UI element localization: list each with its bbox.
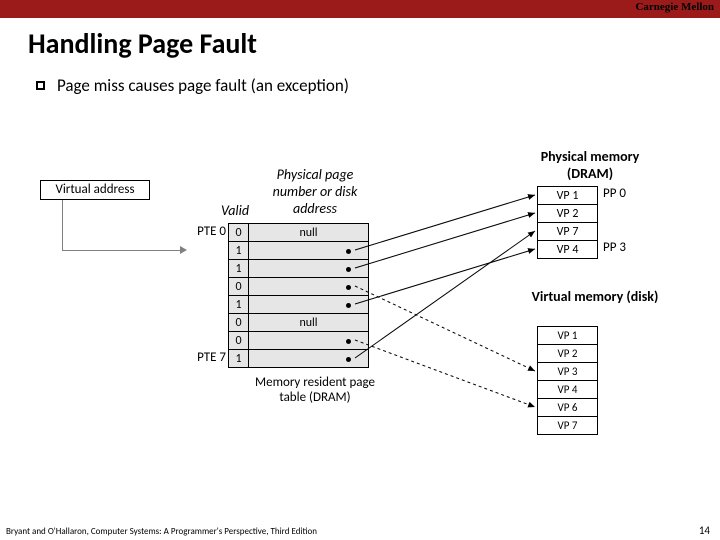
pte-valid: 0: [229, 314, 249, 332]
pte-addr: [249, 350, 369, 368]
pte-addr: null: [249, 314, 369, 332]
pte-addr: [249, 242, 369, 260]
addr-col-label: Physical page number or disk address: [255, 166, 375, 217]
pte-valid: 0: [229, 278, 249, 296]
pte-valid: 1: [229, 242, 249, 260]
pointer-line: [62, 200, 63, 250]
bullet-marker: [36, 81, 45, 90]
virt-mem-label: Virtual memory (disk): [530, 288, 660, 305]
vm-cell: VP 6: [538, 399, 598, 417]
dot-icon: [346, 339, 351, 344]
dot-icon: [346, 357, 351, 362]
pm-cell: VP 2: [538, 205, 598, 223]
bullet-item: Page miss causes page fault (an exceptio…: [36, 75, 720, 96]
vm-cell: VP 2: [538, 345, 598, 363]
pm-cell: VP 4: [538, 241, 598, 259]
org-label: Carnegie Mellon: [635, 1, 714, 13]
footer-citation: Bryant and O'Hallaron, Computer Systems:…: [6, 526, 317, 537]
page-number: 14: [699, 524, 710, 537]
arrow-icon: [180, 246, 187, 254]
valid-col-label: Valid: [215, 202, 255, 219]
pte-valid: 0: [229, 332, 249, 350]
phys-mem-table: VP 1VP 2VP 7VP 4: [537, 186, 598, 259]
pte-valid: 1: [229, 296, 249, 314]
bullet-text: Page miss causes page fault (an exceptio…: [57, 75, 349, 96]
page-table: 0null11010null01: [228, 223, 369, 368]
virt-mem-table: VP 1VP 2VP 3VP 4VP 6VP 7: [537, 326, 598, 435]
pte-addr: [249, 260, 369, 278]
vm-cell: VP 7: [538, 417, 598, 435]
pointer-line: [62, 250, 182, 251]
pte-valid: 1: [229, 350, 249, 368]
dot-icon: [346, 303, 351, 308]
pte-valid: 0: [229, 224, 249, 242]
vm-cell: VP 4: [538, 381, 598, 399]
pte0-label: PTE 0: [186, 224, 226, 239]
dot-icon: [346, 267, 351, 272]
mem-resident-label: Memory resident page table (DRAM): [250, 375, 380, 405]
pte-addr: null: [249, 224, 369, 242]
pp0-label: PP 0: [603, 186, 626, 201]
slide-title: Handling Page Fault: [28, 26, 720, 61]
pm-cell: VP 1: [538, 187, 598, 205]
dot-icon: [346, 249, 351, 254]
vm-cell: VP 3: [538, 363, 598, 381]
virtual-address-box: Virtual address: [40, 180, 150, 200]
pte7-label: PTE 7: [186, 350, 226, 365]
phys-mem-label: Physical memory (DRAM): [520, 148, 660, 182]
pte-valid: 1: [229, 260, 249, 278]
pm-cell: VP 7: [538, 223, 598, 241]
pte-addr: [249, 332, 369, 350]
vm-cell: VP 1: [538, 327, 598, 345]
pte-addr: [249, 278, 369, 296]
pp3-label: PP 3: [603, 240, 626, 255]
diagram-stage: Virtual address Valid Physical page numb…: [0, 130, 720, 490]
pte-addr: [249, 296, 369, 314]
dot-icon: [346, 285, 351, 290]
header-bar: Carnegie Mellon: [0, 0, 720, 18]
